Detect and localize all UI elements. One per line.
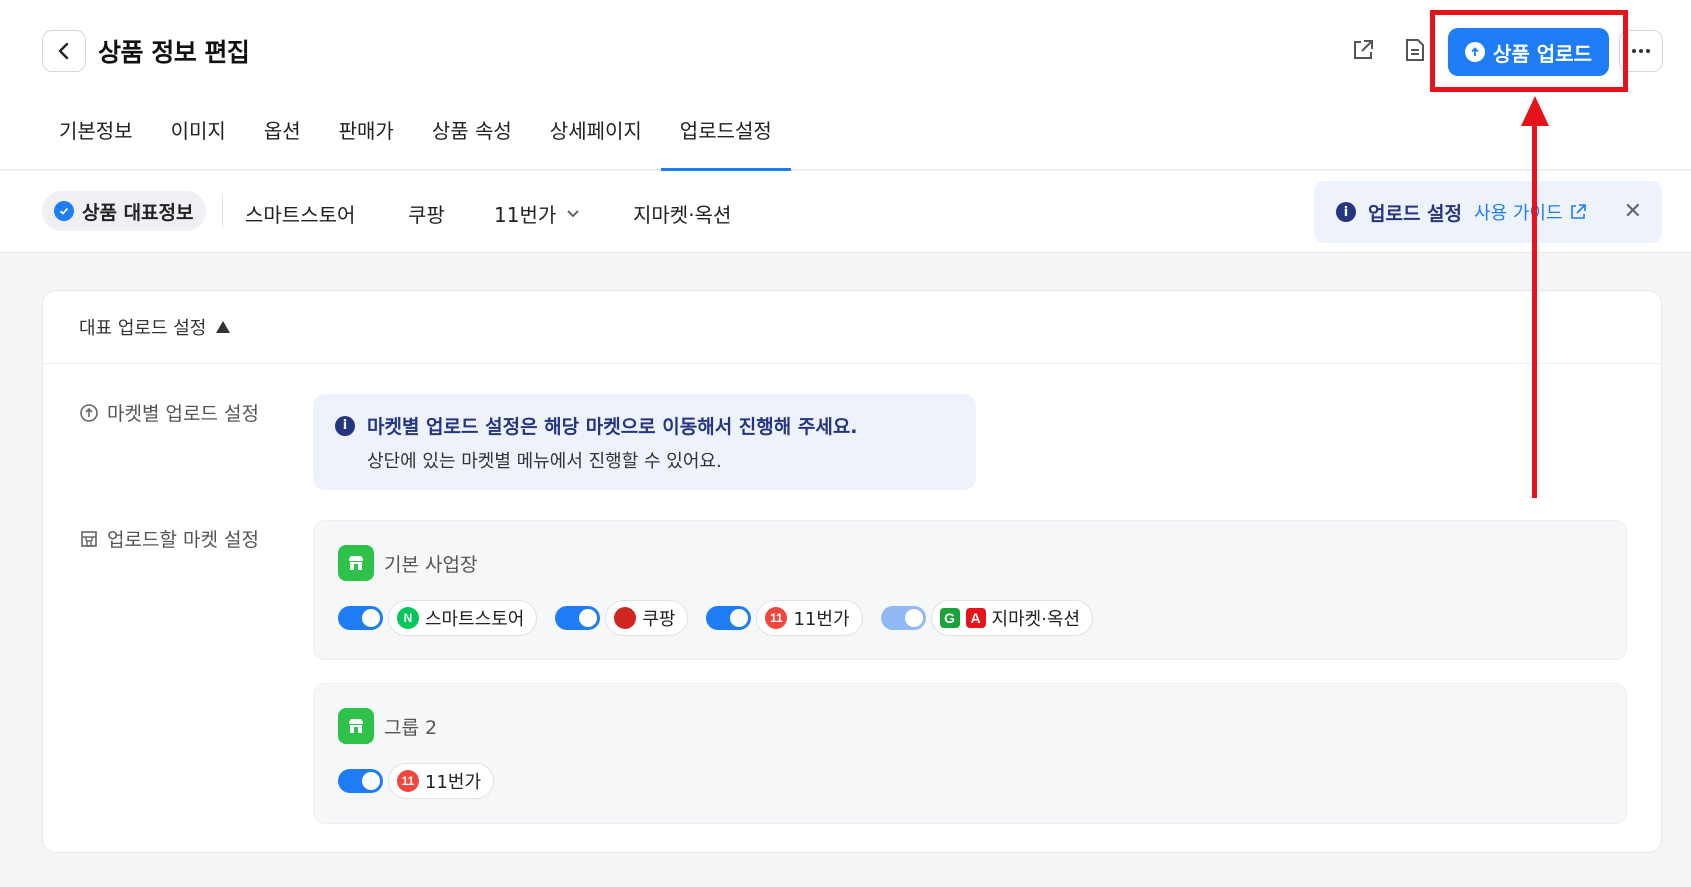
group-name: 그룹 2 <box>384 716 438 739</box>
market-name: 쿠팡 <box>642 609 676 630</box>
panel-header[interactable]: 대표 업로드 설정 <box>43 291 1661 364</box>
naver-logo-icon: N <box>397 607 419 629</box>
page-title: 상품 정보 편집 <box>98 38 250 67</box>
upload-market-label: 업로드할 마켓 설정 <box>107 529 259 551</box>
11st-toggle[interactable] <box>706 606 752 630</box>
store-outline-icon <box>81 530 97 547</box>
subnav-coupang[interactable]: 쿠팡 <box>408 199 445 228</box>
store-icon <box>338 545 374 581</box>
subnav-representative-info[interactable]: 상품 대표정보 <box>42 191 206 231</box>
market-setting-row-label: 마켓별 업로드 설정 <box>79 399 259 426</box>
11st-logo-icon: 11 <box>765 607 788 629</box>
chevron-down-icon <box>567 209 579 217</box>
subnav-smartstore[interactable]: 스마트스토어 <box>245 199 355 228</box>
group-name: 기본 사업장 <box>384 553 478 576</box>
market-chip-11st: 11 11번가 <box>756 600 863 636</box>
notice-line1: 마켓별 업로드 설정은 해당 마켓으로 이동해서 진행해 주세요. <box>367 416 858 438</box>
upload-guide-banner: i 업로드 설정 사용 가이드 ✕ <box>1314 181 1662 243</box>
gmarket-auction-toggle[interactable] <box>880 606 926 630</box>
collapse-triangle-icon <box>216 321 231 333</box>
auction-logo-icon: A <box>965 608 986 628</box>
market-setting-label: 마켓별 업로드 설정 <box>107 403 259 425</box>
info-icon: i <box>1336 202 1356 222</box>
subnav-11st-label: 11번가 <box>494 203 557 227</box>
document-button[interactable] <box>1399 34 1431 66</box>
market-chip-coupang: 쿠팡 <box>605 600 689 636</box>
market-chip-gmarket-auction: G A 지마켓·옥션 <box>930 600 1094 636</box>
market-name: 11번가 <box>425 772 482 793</box>
more-icon <box>1632 49 1636 53</box>
tab-images[interactable]: 이미지 <box>152 105 245 170</box>
external-link-icon <box>1354 40 1373 59</box>
subnav-gmarket-auction[interactable]: 지마켓·옥션 <box>633 199 731 228</box>
market-name: 11번가 <box>793 609 850 630</box>
coupang-toggle[interactable] <box>555 606 601 630</box>
gmarket-logo-icon: G <box>939 608 960 628</box>
11st-logo-icon: 11 <box>397 770 419 792</box>
usage-guide-label: 사용 가이드 <box>1474 203 1563 224</box>
market-chip-smartstore: N 스마트스토어 <box>388 600 538 636</box>
smartstore-toggle[interactable] <box>338 606 383 630</box>
subnav-active-label: 상품 대표정보 <box>82 201 194 224</box>
subnav-11st[interactable]: 11번가 <box>494 199 580 228</box>
document-icon <box>1406 39 1424 61</box>
upload-market-row-label: 업로드할 마켓 설정 <box>79 525 259 552</box>
11st-toggle[interactable] <box>338 769 383 793</box>
market-notice: i 마켓별 업로드 설정은 해당 마켓으로 이동해서 진행해 주세요. 상단에 … <box>313 394 976 490</box>
tab-attributes[interactable]: 상품 속성 <box>413 105 531 170</box>
tab-basic-info[interactable]: 기본정보 <box>40 105 152 170</box>
external-link-icon <box>1570 204 1586 219</box>
panel-header-label: 대표 업로드 설정 <box>79 318 207 339</box>
check-circle-icon <box>54 201 74 221</box>
highlight-box <box>1430 10 1628 92</box>
info-icon: i <box>335 415 355 436</box>
coupang-logo-icon <box>614 607 637 629</box>
guide-title: 업로드 설정 <box>1368 202 1463 225</box>
market-group-card: 그룹 2 11 11번가 <box>313 683 1627 824</box>
tab-options[interactable]: 옵션 <box>245 105 320 170</box>
market-chip-11st: 11 11번가 <box>388 763 495 799</box>
tab-upload-settings[interactable]: 업로드설정 <box>660 105 791 171</box>
upload-circle-icon <box>80 403 98 422</box>
back-button[interactable] <box>42 30 86 72</box>
divider <box>222 195 223 227</box>
external-link-button[interactable] <box>1347 34 1379 66</box>
market-group-card: 기본 사업장 N 스마트스토어 쿠팡 11 11번가 G A 지마켓·옥션 <box>313 520 1627 660</box>
upload-settings-panel: 대표 업로드 설정 마켓별 업로드 설정 i 마켓별 업로드 설정은 해당 마켓… <box>42 290 1662 853</box>
notice-line2: 상단에 있는 마켓별 메뉴에서 진행할 수 있어요. <box>367 451 722 472</box>
tab-detail-page[interactable]: 상세페이지 <box>531 105 661 170</box>
chevron-left-icon <box>58 42 69 60</box>
market-name: 스마트스토어 <box>425 609 525 630</box>
red-arrow-line <box>1532 118 1537 498</box>
store-icon <box>338 708 374 744</box>
market-subnav: 상품 대표정보 스마트스토어 쿠팡 11번가 지마켓·옥션 i 업로드 설정 사… <box>0 171 1691 253</box>
close-icon[interactable]: ✕ <box>1624 199 1642 224</box>
usage-guide-link[interactable]: 사용 가이드 <box>1474 199 1587 225</box>
tab-price[interactable]: 판매가 <box>320 105 413 170</box>
tab-bar: 기본정보 이미지 옵션 판매가 상품 속성 상세페이지 업로드설정 <box>40 105 791 171</box>
market-name: 지마켓·옥션 <box>991 609 1081 630</box>
